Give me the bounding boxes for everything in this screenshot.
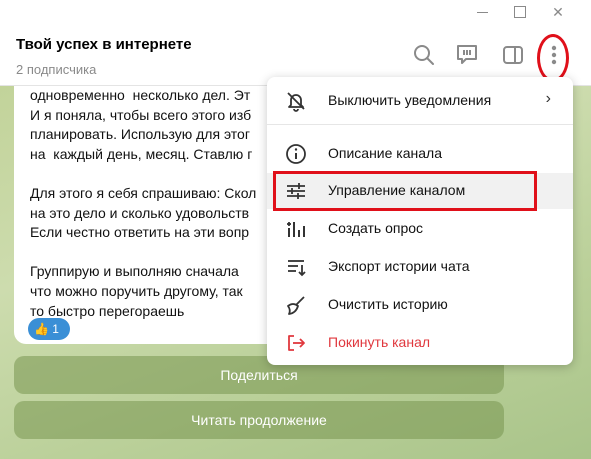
menu-item-mute[interactable]: Выключить уведомления › [267, 83, 573, 119]
chat-header: ✕ Твой успех в интернете 2 подписчика [0, 0, 591, 86]
minimize-icon[interactable] [470, 2, 496, 22]
channel-menu: Выключить уведомления › Описание канала … [267, 77, 573, 365]
leave-icon [285, 332, 307, 354]
close-icon[interactable]: ✕ [545, 2, 571, 22]
side-panel-icon[interactable] [500, 42, 526, 68]
export-icon [285, 256, 307, 278]
thumbs-up-icon: 👍 [34, 322, 49, 336]
subscriber-count: 2 подписчика [16, 62, 97, 77]
chevron-right-icon: › [545, 90, 551, 107]
comments-icon[interactable] [454, 42, 480, 68]
menu-item-label: Очистить историю [328, 296, 448, 312]
menu-item-label: Создать опрос [328, 220, 424, 236]
menu-item-create-poll[interactable]: Создать опрос [267, 211, 573, 247]
read-more-button[interactable]: Читать продолжение [14, 401, 504, 439]
menu-item-leave-channel[interactable]: Покинуть канал [267, 325, 573, 361]
menu-item-label: Покинуть канал [328, 334, 431, 350]
reaction-count: 1 [52, 322, 59, 336]
menu-item-clear-history[interactable]: Очистить историю [267, 287, 573, 323]
chat-title[interactable]: Твой успех в интернете [16, 36, 192, 53]
menu-item-label: Описание канала [328, 145, 442, 161]
poll-icon [285, 218, 307, 240]
menu-item-export-history[interactable]: Экспорт истории чата [267, 249, 573, 285]
broom-icon [285, 294, 307, 316]
bell-off-icon [285, 90, 307, 112]
maximize-icon[interactable] [506, 2, 532, 22]
info-icon [285, 143, 307, 165]
menu-item-label: Выключить уведомления [328, 92, 492, 108]
menu-item-description[interactable]: Описание канала [267, 136, 573, 172]
menu-divider [267, 124, 573, 125]
search-icon[interactable] [411, 42, 437, 68]
annotation-highlight [273, 171, 537, 211]
menu-item-label: Экспорт истории чата [328, 258, 470, 274]
reaction-badge[interactable]: 👍 1 [28, 318, 70, 340]
annotation-circle [537, 34, 569, 82]
